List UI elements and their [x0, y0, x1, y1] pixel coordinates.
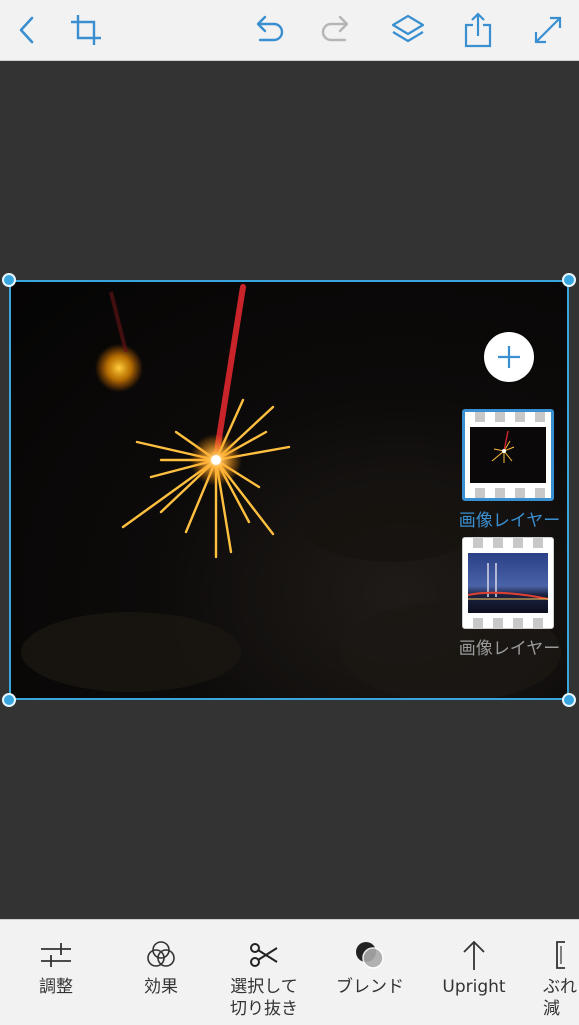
effects-icon [147, 941, 175, 967]
tool-blend[interactable]: ブレンド [325, 938, 415, 998]
layer-label-2: 画像レイヤー [458, 639, 561, 659]
tool-label: ブレンド [336, 977, 404, 997]
layer-thumbnail-1[interactable] [462, 409, 554, 501]
expand-icon [534, 16, 562, 44]
resize-handle-bottom-left[interactable] [2, 693, 16, 707]
shake-reduction-icon [556, 941, 565, 969]
back-button[interactable] [4, 6, 52, 54]
add-layer-button[interactable] [484, 332, 534, 382]
redo-icon [321, 15, 349, 42]
crop-button[interactable] [62, 6, 110, 54]
tool-label: Upright [442, 977, 506, 997]
tool-label: 調整 [39, 977, 73, 997]
sliders-icon [41, 943, 71, 967]
transparency-checker [463, 538, 553, 548]
fullscreen-button[interactable] [524, 6, 572, 54]
layers-icon [391, 14, 425, 43]
undo-icon [256, 15, 284, 42]
layers-button[interactable] [384, 6, 432, 54]
crop-icon [71, 15, 101, 45]
tool-label: 効果 [144, 977, 178, 997]
tool-label: ぶれ 減 [543, 977, 577, 1019]
tool-shake-reduction[interactable]: ぶれ 減 [525, 938, 579, 1020]
upright-icon [463, 940, 485, 970]
layer-label-1: 画像レイヤー [458, 511, 561, 531]
tool-effects[interactable]: 効果 [116, 938, 206, 998]
redo-button[interactable] [313, 6, 361, 54]
tool-label: 選択して 切り抜き [230, 977, 298, 1019]
resize-handle-top-right[interactable] [562, 273, 576, 287]
chevron-left-icon [19, 16, 34, 44]
undo-button[interactable] [244, 6, 292, 54]
share-icon [464, 12, 492, 48]
transparency-checker [465, 412, 551, 422]
sparkler-thumbnail [470, 427, 546, 483]
layer-thumbnail-2[interactable] [462, 537, 554, 629]
tool-select-cutout[interactable]: 選択して 切り抜き [219, 938, 309, 1020]
bottom-toolbar: 調整 効果 選択して 切り抜き ブレンド Upright ぶれ 減 [0, 919, 579, 1025]
transparency-checker [465, 488, 551, 498]
scissors-icon [250, 943, 278, 967]
blend-icon [356, 942, 384, 969]
tool-upright[interactable]: Upright [429, 938, 519, 998]
top-toolbar [0, 0, 579, 61]
resize-handle-top-left[interactable] [2, 273, 16, 287]
transparency-checker [463, 618, 553, 628]
share-button[interactable] [454, 6, 502, 54]
resize-handle-bottom-right[interactable] [562, 693, 576, 707]
bridge-thumbnail [467, 553, 549, 613]
plus-icon [498, 346, 520, 368]
tool-adjust[interactable]: 調整 [11, 938, 101, 998]
